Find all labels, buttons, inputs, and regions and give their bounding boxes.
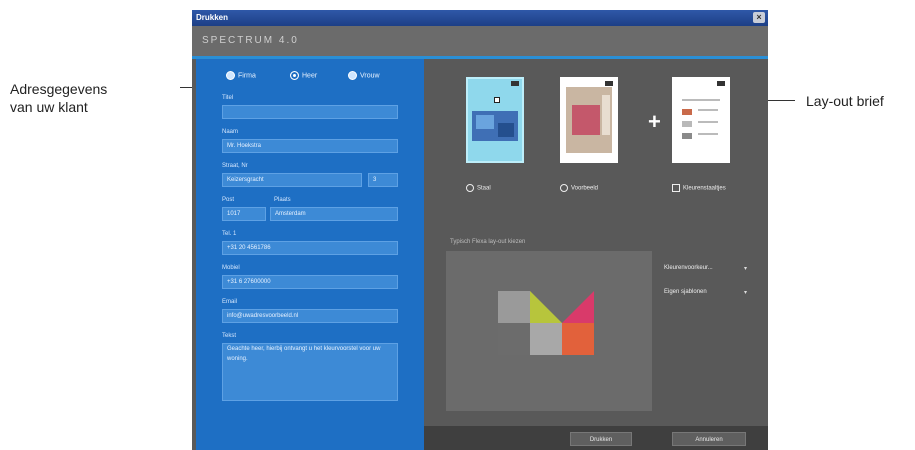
radio-icon bbox=[348, 71, 357, 80]
label-text: Tekst bbox=[222, 333, 237, 339]
link-label: Eigen sjablonen bbox=[664, 289, 707, 295]
print-dialog: Drukken × SPECTRUM 4.0 Firma Heer Vrouw … bbox=[192, 10, 768, 450]
layout-panel: + Staal Voorbeeld Kleurenstaaltjes Typis… bbox=[424, 59, 768, 450]
option-label: Kleurenstaaltjes bbox=[683, 185, 726, 192]
label-title: Titel bbox=[222, 95, 234, 101]
spectrum-logo bbox=[498, 291, 594, 355]
phone-field[interactable]: +31 20 4561786 bbox=[222, 241, 398, 255]
radio-label: Heer bbox=[302, 72, 318, 80]
own-templates-link[interactable]: Eigen sjablonen ▾ bbox=[664, 289, 747, 296]
street-field[interactable]: Keizersgracht bbox=[222, 173, 362, 187]
name-field[interactable]: Mr. Hoekstra bbox=[222, 139, 398, 153]
label-email: Email bbox=[222, 299, 238, 305]
callout-marker-right bbox=[494, 97, 500, 103]
label-postcode: Post bbox=[222, 197, 235, 203]
label-mobile: Mobiel bbox=[222, 265, 240, 271]
mobile-field[interactable]: +31 6 27600000 bbox=[222, 275, 398, 289]
radio-icon bbox=[560, 184, 568, 192]
radio-label: Firma bbox=[238, 72, 256, 80]
message-textarea[interactable]: Geachte heer, hierbij ontvangt u het kle… bbox=[222, 343, 398, 401]
checkbox-icon bbox=[672, 184, 680, 192]
salutation-radio-group: Firma Heer Vrouw bbox=[226, 71, 406, 85]
option-kleurenstaaltjes[interactable]: Kleurenstaaltjes bbox=[672, 184, 726, 192]
callout-client-address-line2: van uw klant bbox=[10, 99, 88, 115]
cancel-button[interactable]: Annuleren bbox=[672, 432, 746, 446]
layout-thumbnail-kleurenstaaltjes[interactable] bbox=[672, 77, 730, 163]
thumbnail-flag-icon bbox=[511, 81, 519, 86]
city-field[interactable]: Amsterdam bbox=[270, 207, 398, 221]
option-label: Voorbeeld bbox=[571, 185, 599, 192]
brand-bar: SPECTRUM 4.0 bbox=[192, 26, 768, 56]
radio-label: Vrouw bbox=[360, 72, 380, 80]
callout-client-address-line1: Adresgegevens bbox=[10, 81, 108, 97]
chevron-down-icon: ▾ bbox=[744, 290, 748, 296]
radio-selected-icon bbox=[290, 71, 299, 80]
client-address-panel: Firma Heer Vrouw Titel Naam Mr. Hoekstra… bbox=[196, 59, 424, 450]
title-field[interactable] bbox=[222, 105, 398, 119]
house-number-field[interactable]: 3 bbox=[368, 173, 398, 187]
thumbnail-flag-icon bbox=[605, 81, 613, 86]
preview-label: Typisch Flexa lay-out kiezen bbox=[450, 239, 526, 245]
radio-icon bbox=[466, 184, 474, 192]
label-street: Straat, Nr bbox=[222, 163, 248, 169]
label-name: Naam bbox=[222, 129, 239, 135]
plus-icon: + bbox=[648, 109, 661, 134]
callout-letter-layout: Lay-out brief bbox=[806, 93, 884, 109]
button-bar: Drukken Annuleren bbox=[424, 426, 768, 450]
color-preference-link[interactable]: Kleurenvoorkeur... ▾ bbox=[664, 265, 747, 272]
option-voorbeeld[interactable]: Voorbeeld bbox=[560, 184, 598, 192]
chevron-down-icon: ▾ bbox=[744, 266, 748, 272]
window-title: Drukken bbox=[196, 13, 229, 22]
close-icon[interactable]: × bbox=[753, 12, 765, 23]
label-phone: Tel. 1 bbox=[222, 231, 237, 237]
layout-thumbnail-staal[interactable] bbox=[466, 77, 524, 163]
color-swatch-sheet bbox=[682, 99, 720, 139]
postcode-field[interactable]: 1017 bbox=[222, 207, 266, 221]
link-label: Kleurenvoorkeur... bbox=[664, 265, 713, 271]
room-image-blue bbox=[472, 111, 518, 141]
radio-icon bbox=[226, 71, 235, 80]
print-button[interactable]: Drukken bbox=[570, 432, 632, 446]
titlebar: Drukken × bbox=[192, 10, 768, 26]
room-image-pink bbox=[566, 87, 612, 153]
layout-thumbnail-voorbeeld[interactable] bbox=[560, 77, 618, 163]
preview-area bbox=[446, 251, 652, 411]
email-field[interactable]: info@uwadresvoorbeeld.nl bbox=[222, 309, 398, 323]
radio-heer[interactable]: Heer bbox=[290, 71, 317, 83]
radio-vrouw[interactable]: Vrouw bbox=[348, 71, 380, 83]
radio-firma[interactable]: Firma bbox=[226, 71, 256, 83]
brand-name: SPECTRUM 4.0 bbox=[202, 35, 299, 46]
label-city: Plaats bbox=[274, 197, 291, 203]
option-label: Staal bbox=[477, 185, 491, 192]
option-staal[interactable]: Staal bbox=[466, 184, 491, 192]
thumbnail-flag-icon bbox=[717, 81, 725, 86]
